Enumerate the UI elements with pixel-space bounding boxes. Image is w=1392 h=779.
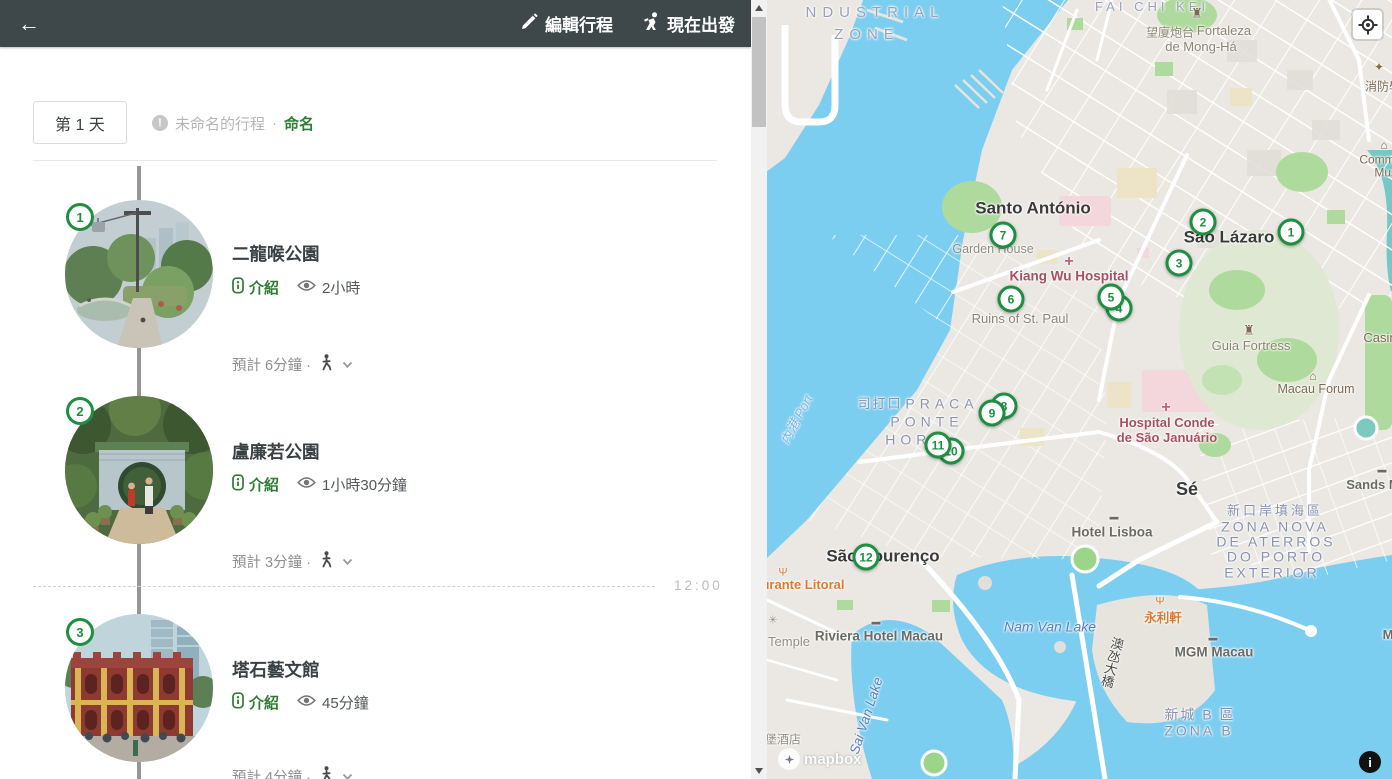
info-icon xyxy=(232,277,244,298)
rename-link[interactable]: 命名 xyxy=(284,113,314,134)
duration-label: 1小時30分鐘 xyxy=(322,474,407,495)
separator-dot: · xyxy=(272,115,277,132)
stop-number-badge: 3 xyxy=(66,618,94,646)
map-marker-2[interactable]: 2 xyxy=(1190,209,1217,236)
intro-link[interactable]: 介紹 xyxy=(232,692,279,713)
depart-now-button[interactable]: 現在出發 xyxy=(643,11,735,36)
mapbox-icon xyxy=(778,748,800,770)
mapbox-wordmark: mapbox xyxy=(804,751,862,768)
pencil-icon xyxy=(521,13,538,35)
trip-name-row: ! 未命名的行程 · 命名 xyxy=(152,106,314,140)
stop-info-row: 介紹 1小時30分鐘 xyxy=(232,474,407,495)
map[interactable]: NDUSTRIALZONEFAI CHI KEI望廈炮台Fortalezade … xyxy=(767,0,1392,779)
map-marker-5[interactable]: 5 xyxy=(1098,284,1125,311)
map-marker-12[interactable]: 12 xyxy=(853,544,880,571)
map-marker-1[interactable]: 1 xyxy=(1278,219,1305,246)
scroll-down-button[interactable] xyxy=(751,763,767,779)
transit-label: 預計 4分鐘 · xyxy=(232,766,311,779)
depart-now-label: 現在出發 xyxy=(667,11,735,36)
stop-title[interactable]: 盧廉若公園 xyxy=(232,439,320,464)
eye-icon xyxy=(297,279,316,296)
map-marker-layer: 481012356791112 xyxy=(767,0,1392,779)
duration: 1小時30分鐘 xyxy=(297,474,407,495)
geolocate-button[interactable] xyxy=(1353,10,1382,39)
checkpoint-time: 12:00 xyxy=(674,578,723,593)
chevron-down-icon xyxy=(342,554,353,570)
scrollbar-thumb[interactable] xyxy=(752,17,766,127)
info-icon xyxy=(232,692,244,713)
checkpoint-divider xyxy=(33,586,655,587)
run-icon xyxy=(643,12,660,36)
scrollbar xyxy=(751,0,767,779)
crosshair-icon xyxy=(1358,15,1378,35)
stop-info-row: 介紹 45分鐘 xyxy=(232,692,369,713)
transit-row[interactable]: 預計 6分鐘 · xyxy=(232,354,353,375)
transit-label: 預計 6分鐘 · xyxy=(232,354,311,375)
intro-label: 介紹 xyxy=(249,692,279,713)
intro-label: 介紹 xyxy=(249,474,279,495)
alert-icon: ! xyxy=(152,115,168,131)
stop-info-row: 介紹 2小時 xyxy=(232,277,360,298)
scroll-up-button[interactable] xyxy=(751,0,767,16)
intro-link[interactable]: 介紹 xyxy=(232,277,279,298)
duration: 45分鐘 xyxy=(297,692,369,713)
edit-trip-label: 編輯行程 xyxy=(545,11,613,36)
edit-trip-button[interactable]: 編輯行程 xyxy=(521,11,613,36)
chevron-down-icon xyxy=(342,769,353,779)
mapbox-logo[interactable]: mapbox xyxy=(778,748,862,770)
eye-icon xyxy=(297,694,316,711)
duration: 2小時 xyxy=(297,277,360,298)
divider xyxy=(33,160,717,161)
walk-icon xyxy=(320,766,333,779)
walk-icon xyxy=(320,354,333,375)
info-icon xyxy=(232,474,244,495)
intro-label: 介紹 xyxy=(249,277,279,298)
duration-label: 2小時 xyxy=(322,277,360,298)
attribution-info-button[interactable]: i xyxy=(1359,751,1381,773)
map-marker-11[interactable]: 11 xyxy=(925,432,952,459)
map-marker-3[interactable]: 3 xyxy=(1166,250,1193,277)
chevron-down-icon xyxy=(342,357,353,373)
duration-label: 45分鐘 xyxy=(322,692,369,713)
stop-title[interactable]: 塔石藝文館 xyxy=(232,657,320,682)
back-button[interactable]: ← xyxy=(18,13,40,35)
map-marker-6[interactable]: 6 xyxy=(998,286,1025,313)
stop-number-badge: 1 xyxy=(66,203,94,231)
transit-row[interactable]: 預計 3分鐘 · xyxy=(232,551,353,572)
transit-row[interactable]: 預計 4分鐘 · xyxy=(232,766,353,779)
app-header: ← 編輯行程 現在出發 xyxy=(0,0,751,47)
itinerary-panel: ← 編輯行程 現在出發 第 1 天 ! 未命名的行程 · 命名 xyxy=(0,0,751,779)
walk-icon xyxy=(320,551,333,572)
eye-icon xyxy=(297,476,316,493)
trip-name-label: 未命名的行程 xyxy=(175,113,265,134)
map-marker-9[interactable]: 9 xyxy=(979,400,1006,427)
map-marker-7[interactable]: 7 xyxy=(990,222,1017,249)
transit-label: 預計 3分鐘 · xyxy=(232,551,311,572)
day-tab[interactable]: 第 1 天 xyxy=(33,101,127,144)
intro-link[interactable]: 介紹 xyxy=(232,474,279,495)
stop-number-badge: 2 xyxy=(66,397,94,425)
stop-title[interactable]: 二龍喉公園 xyxy=(232,241,320,266)
